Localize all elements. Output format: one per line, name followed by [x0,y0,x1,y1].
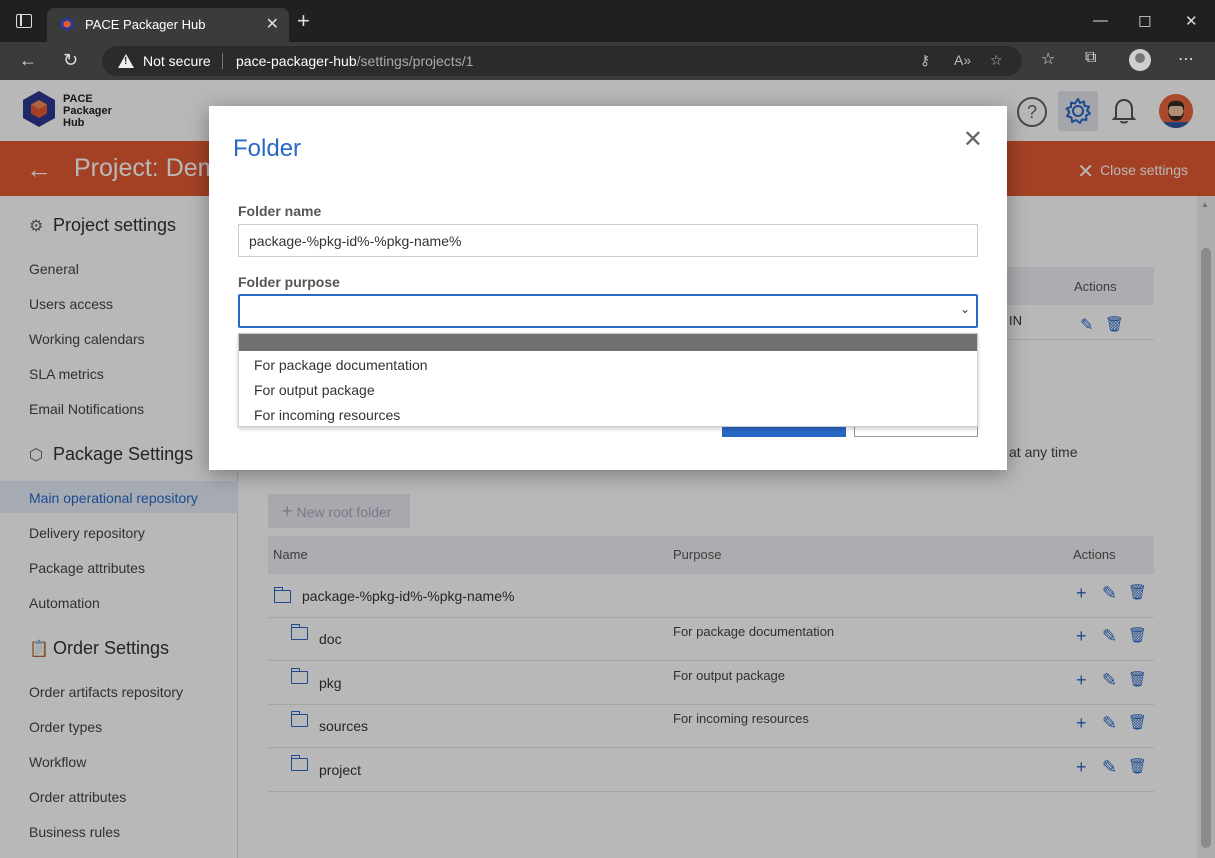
dialog-close-icon[interactable]: ✕ [963,125,983,154]
browser-tab-bar: PACE Packager Hub ✕ + — ☐ ✕ [0,0,1215,42]
tab-actions-icon[interactable] [16,14,32,28]
new-tab-icon[interactable]: + [297,10,310,32]
dropdown-option[interactable]: For output package [254,382,375,398]
folder-purpose-label: Folder purpose [238,274,340,290]
back-icon[interactable]: ← [19,50,37,71]
dropdown-option[interactable]: For incoming resources [254,407,400,423]
folder-purpose-select[interactable]: ⌄ [238,294,978,328]
tab-title: PACE Packager Hub [85,17,206,32]
browser-address-bar: ← ↻ Not secure pace-packager-hub/setting… [0,42,1215,80]
separator [222,53,223,69]
url-text[interactable]: pace-packager-hub/settings/projects/1 [236,53,473,69]
url-host: pace-packager-hub [236,53,357,69]
tab-close-icon[interactable]: ✕ [266,14,279,34]
url-field[interactable]: Not secure pace-packager-hub/settings/pr… [102,46,1022,76]
add-favorite-icon[interactable]: ☆ [990,52,1003,69]
read-aloud-icon[interactable]: A» [954,52,971,68]
chevron-down-icon: ⌄ [959,302,970,316]
warning-icon [118,54,134,68]
browser-tab[interactable]: PACE Packager Hub ✕ [47,8,289,42]
purpose-dropdown-list: For package documentation For output pac… [238,333,978,427]
reload-icon[interactable]: ↻ [63,50,78,71]
dropdown-option-empty[interactable] [239,334,977,351]
dropdown-option[interactable]: For package documentation [254,357,428,373]
key-icon[interactable]: ⚷ [920,52,930,69]
profile-avatar[interactable] [1129,49,1151,71]
pace-favicon-icon [60,17,74,31]
security-label[interactable]: Not secure [143,53,211,69]
folder-dialog: Folder ✕ Folder name package-%pkg-id%-%p… [209,106,1007,470]
dialog-title: Folder [233,135,302,162]
maximize-icon[interactable]: ☐ [1138,13,1151,31]
folder-name-input[interactable]: package-%pkg-id%-%pkg-name% [238,224,978,257]
collections-icon[interactable]: ⧉ [1085,49,1096,67]
more-icon[interactable]: ⋯ [1178,49,1194,69]
minimize-icon[interactable]: — [1093,12,1108,29]
window-close-icon[interactable]: ✕ [1185,12,1198,30]
folder-name-label: Folder name [238,203,322,219]
url-path: /settings/projects/1 [356,53,474,69]
favorites-icon[interactable]: ☆ [1041,49,1055,69]
